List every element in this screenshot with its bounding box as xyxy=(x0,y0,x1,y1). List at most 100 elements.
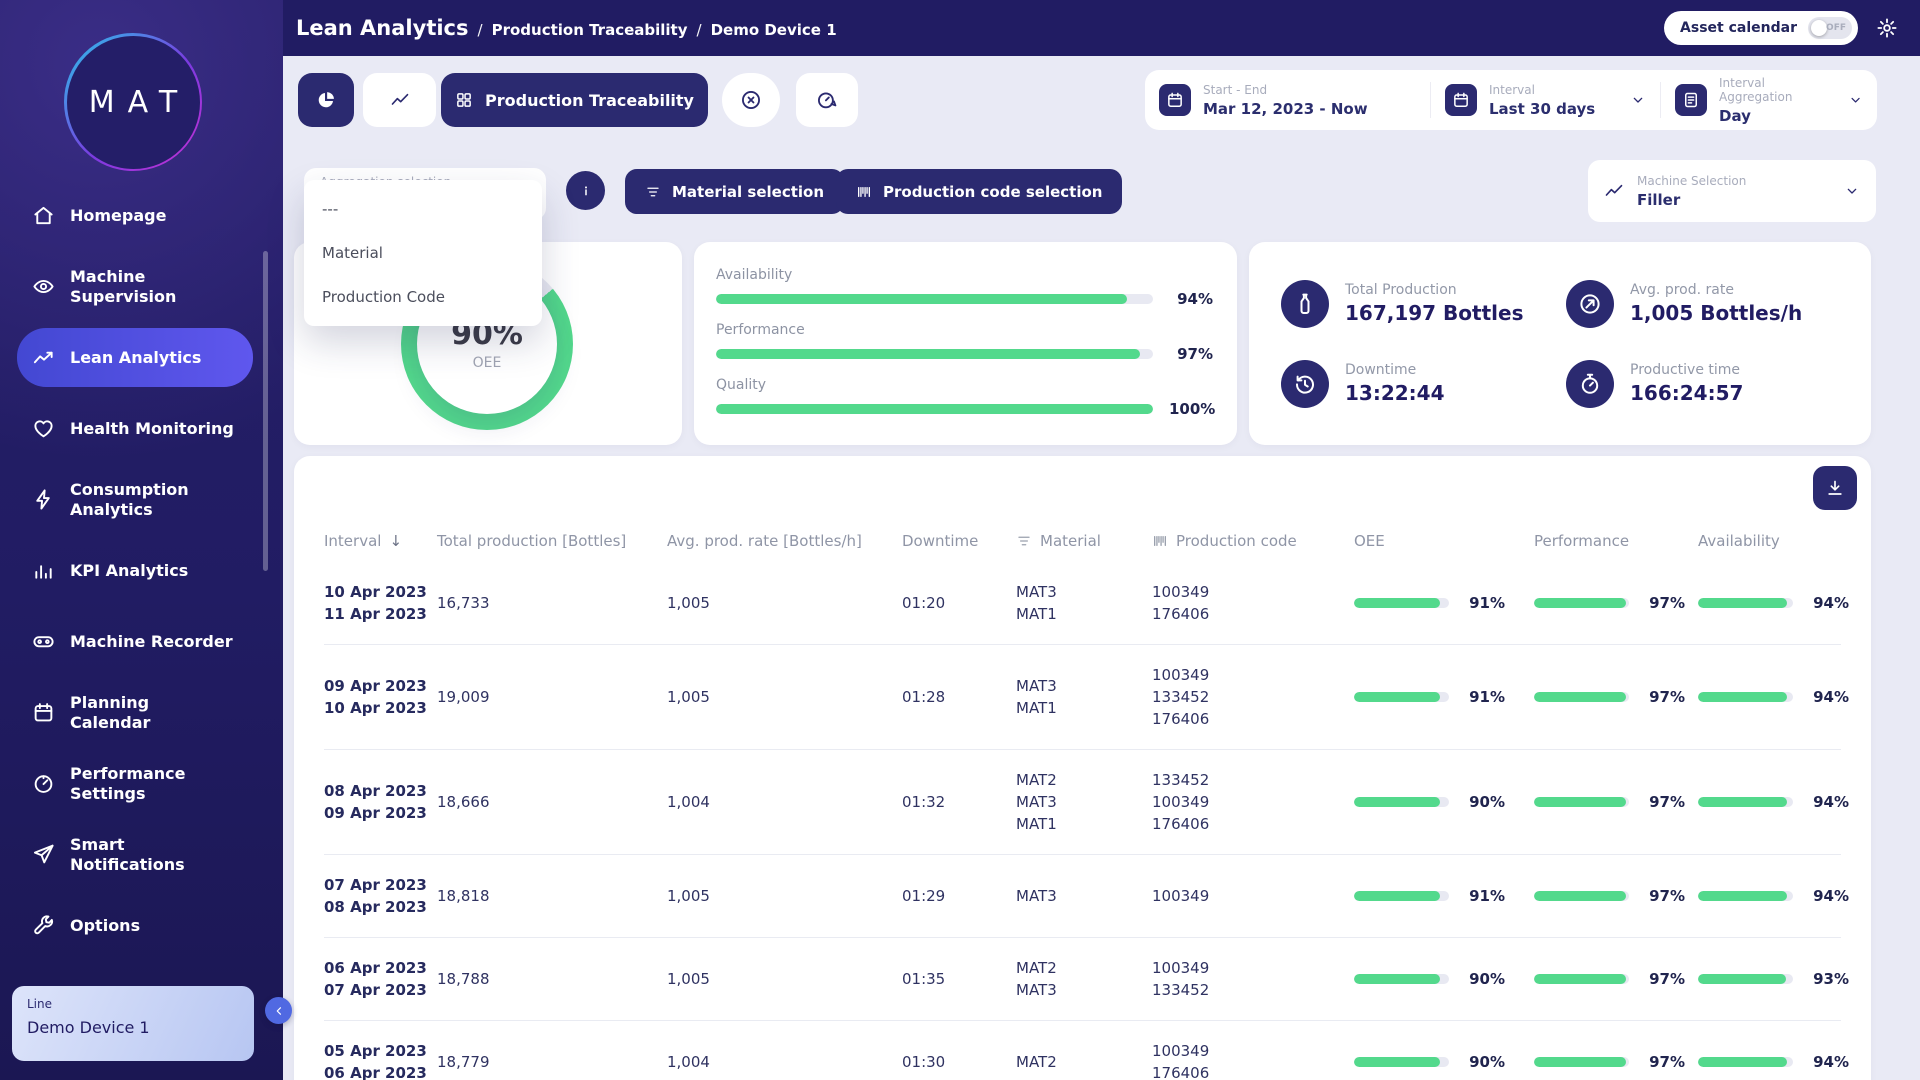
dropdown-option[interactable]: Production Code xyxy=(304,275,542,319)
heart-icon xyxy=(32,417,55,440)
sidebar-item-label: KPI Analytics xyxy=(70,561,188,580)
material-selection-label: Material selection xyxy=(672,183,824,201)
machine-oee-view-button[interactable] xyxy=(796,73,858,127)
production-code-cell: 133452100349176406 xyxy=(1152,769,1354,835)
kpi-bar xyxy=(716,404,1153,414)
sidebar-item-homepage[interactable]: Homepage xyxy=(17,186,253,245)
breadcrumb-separator xyxy=(478,20,483,39)
date-range-control[interactable]: Start - End Mar 12, 2023 - Now xyxy=(1145,70,1430,130)
sidebar-scrollbar[interactable] xyxy=(263,251,268,571)
sidebar-item-lean-analytics[interactable]: Lean Analytics xyxy=(17,328,253,387)
column-header-material: Material xyxy=(1016,532,1152,550)
material-cell: MAT3MAT1 xyxy=(1016,581,1152,625)
interval-cell: 05 Apr 202306 Apr 2023 xyxy=(324,1040,437,1080)
table-row: 08 Apr 202309 Apr 202318,6661,00401:32MA… xyxy=(324,750,1841,855)
stat-label: Total Production xyxy=(1345,282,1524,298)
stat-label: Avg. prod. rate xyxy=(1630,282,1802,298)
production-traceability-button[interactable]: Production Traceability xyxy=(441,73,708,127)
sidebar-item-planning-calendar[interactable]: Planning Calendar xyxy=(17,683,253,742)
avg-rate-cell: 1,004 xyxy=(667,1051,902,1073)
sidebar-item-label: Options xyxy=(70,916,140,935)
total-production-cell: 18,788 xyxy=(437,968,667,990)
material-icon xyxy=(1016,533,1032,549)
kpi-label: Quality xyxy=(716,377,1213,393)
settings-gear-icon[interactable] xyxy=(1876,17,1898,39)
interval-select[interactable]: Interval Last 30 days xyxy=(1431,70,1660,130)
recorder-icon xyxy=(32,630,55,653)
downtime-cell: 01:20 xyxy=(902,592,1016,614)
app-root: MAT HomepageMachine SupervisionLean Anal… xyxy=(0,0,1920,1080)
download-button[interactable] xyxy=(1813,466,1857,510)
dropdown-option[interactable]: Material xyxy=(304,231,542,275)
breadcrumb-item-traceability[interactable]: Production Traceability xyxy=(492,21,688,39)
topbar: Lean Analytics Production Traceability D… xyxy=(283,0,1920,56)
machine-selection-dropdown[interactable]: Machine Selection Filler xyxy=(1588,160,1876,222)
oee-cell: 90% xyxy=(1354,1053,1534,1071)
column-header-performance: Performance xyxy=(1534,532,1698,550)
stopwatch-icon xyxy=(1566,360,1614,408)
device-card[interactable]: Line Demo Device 1 xyxy=(12,986,254,1061)
kpi-label: Performance xyxy=(716,322,1213,338)
column-header-avg-prod-rate-bottles-h: Avg. prod. rate [Bottles/h] xyxy=(667,532,902,550)
kpi-percent: 97% xyxy=(1169,345,1213,363)
wrench-icon xyxy=(32,914,55,937)
downtime-cell: 01:28 xyxy=(902,686,1016,708)
chevron-left-icon xyxy=(272,1004,286,1018)
dropdown-option[interactable]: --- xyxy=(304,187,542,231)
gauge-icon xyxy=(32,772,55,795)
chevron-down-icon xyxy=(1848,92,1863,108)
interval-aggregation-select[interactable]: Interval Aggregation Day xyxy=(1661,70,1877,130)
availability-cell: 93% xyxy=(1698,970,1849,988)
eye-icon xyxy=(32,275,55,298)
line-chart-view-button[interactable] xyxy=(363,73,436,127)
date-controls-card: Start - End Mar 12, 2023 - Now Interval … xyxy=(1145,70,1877,130)
availability-cell: 94% xyxy=(1698,793,1849,811)
total-production-cell: 18,666 xyxy=(437,791,667,813)
asset-calendar-toggle[interactable]: Asset calendar OFF xyxy=(1664,11,1858,45)
clear-selection-button[interactable] xyxy=(722,73,780,127)
interval-cell: 09 Apr 202310 Apr 2023 xyxy=(324,675,437,719)
toggle-state-label: OFF xyxy=(1826,23,1846,33)
machine-selection-value: Filler xyxy=(1637,191,1746,209)
breadcrumb: Lean Analytics Production Traceability D… xyxy=(296,16,837,40)
pie-chart-view-button[interactable] xyxy=(298,73,354,127)
interval-cell: 06 Apr 202307 Apr 2023 xyxy=(324,957,437,1001)
kpi-performance: Performance 97% xyxy=(716,322,1213,363)
sidebar-item-performance-settings[interactable]: Performance Settings xyxy=(17,754,253,813)
total-production-cell: 16,733 xyxy=(437,592,667,614)
material-icon xyxy=(645,184,661,200)
column-header-interval[interactable]: Interval↓ xyxy=(324,532,437,550)
sidebar-item-machine-supervision[interactable]: Machine Supervision xyxy=(17,257,253,316)
breadcrumb-item-device[interactable]: Demo Device 1 xyxy=(711,21,837,39)
bottle-icon xyxy=(1281,280,1329,328)
barcode-icon xyxy=(1152,533,1168,549)
trend-icon xyxy=(32,346,55,369)
downtime-cell: 01:30 xyxy=(902,1051,1016,1073)
sidebar-item-label: Consumption Analytics xyxy=(70,480,192,518)
production-code-cell: 100349 xyxy=(1152,885,1354,907)
stats-card: Total Production167,197 Bottles Avg. prod… xyxy=(1249,242,1871,445)
sidebar-item-kpi-analytics[interactable]: KPI Analytics xyxy=(17,541,253,600)
info-button[interactable] xyxy=(566,171,605,210)
machine-oee-icon xyxy=(816,89,838,111)
sidebar-collapse-button[interactable] xyxy=(265,997,292,1024)
sidebar-item-options[interactable]: Options xyxy=(17,896,253,955)
availability-cell: 94% xyxy=(1698,688,1849,706)
bolt-icon xyxy=(32,488,55,511)
barcode-icon xyxy=(856,184,872,200)
sidebar-item-health-monitoring[interactable]: Health Monitoring xyxy=(17,399,253,458)
column-header-downtime: Downtime xyxy=(902,532,1016,550)
production-code-selection-button[interactable]: Production code selection xyxy=(836,169,1122,214)
sidebar-item-smart-notifications[interactable]: Smart Notifications xyxy=(17,825,253,884)
interval-label: Interval xyxy=(1489,83,1595,97)
device-line-label: Line xyxy=(27,997,239,1011)
sidebar-item-consumption-analytics[interactable]: Consumption Analytics xyxy=(17,470,253,529)
performance-cell: 97% xyxy=(1534,887,1698,905)
downtime-cell: 01:35 xyxy=(902,968,1016,990)
stat-total-production: Total Production167,197 Bottles xyxy=(1281,280,1566,328)
material-selection-button[interactable]: Material selection xyxy=(625,169,844,214)
sidebar-item-machine-recorder[interactable]: Machine Recorder xyxy=(17,612,253,671)
table-row: 07 Apr 202308 Apr 202318,8181,00501:29MA… xyxy=(324,855,1841,938)
chevron-down-icon xyxy=(1844,183,1860,199)
stat-value: 13:22:44 xyxy=(1345,381,1445,405)
